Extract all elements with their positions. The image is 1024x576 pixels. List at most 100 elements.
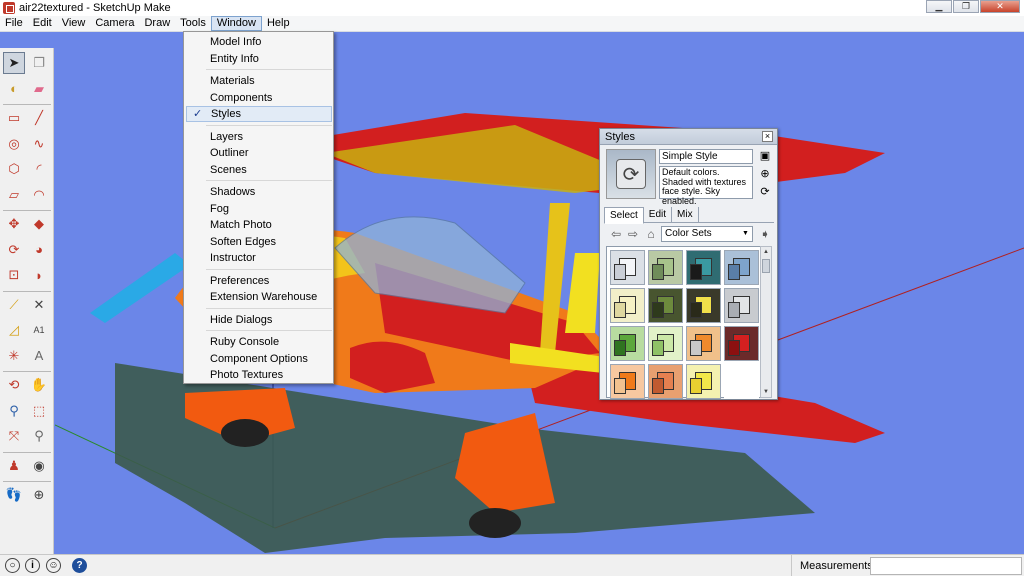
- make-component-tool-icon[interactable]: ❐: [28, 52, 50, 74]
- move-tool-icon[interactable]: ✥: [3, 213, 25, 235]
- menu-draw[interactable]: Draw: [139, 16, 175, 31]
- window-menu-scenes[interactable]: Scenes: [186, 162, 332, 178]
- previous-view-tool-icon[interactable]: ⚲: [28, 425, 50, 447]
- style-swatch[interactable]: [610, 326, 645, 361]
- menu-window[interactable]: Window: [210, 16, 262, 31]
- circle-tool-icon[interactable]: ◎: [3, 133, 25, 155]
- menu-tools[interactable]: Tools: [175, 16, 211, 31]
- look-around-tool-icon[interactable]: ◉: [28, 455, 50, 477]
- tab-mix[interactable]: Mix: [672, 207, 699, 222]
- 3d-text-tool-icon[interactable]: A: [28, 345, 50, 367]
- collection-select[interactable]: Color Sets ▼: [661, 226, 753, 242]
- rotate-tool-icon[interactable]: ⟳: [3, 239, 25, 261]
- styles-panel-titlebar[interactable]: Styles ×: [600, 129, 777, 145]
- orbit-tool-icon[interactable]: ⟲: [3, 374, 25, 396]
- section-plane-tool-icon[interactable]: ⊕: [28, 484, 50, 506]
- window-menu-extension-warehouse[interactable]: Extension Warehouse: [186, 289, 332, 305]
- close-icon[interactable]: ×: [762, 131, 773, 142]
- freehand-tool-icon[interactable]: ∿: [28, 133, 50, 155]
- window-menu-layers[interactable]: Layers: [186, 129, 332, 145]
- style-description-field[interactable]: Default colors. Shaded with textures fac…: [659, 166, 753, 205]
- style-swatch[interactable]: [610, 288, 645, 323]
- measurements-input[interactable]: [870, 557, 1022, 575]
- menu-camera[interactable]: Camera: [90, 16, 139, 31]
- minimize-icon[interactable]: ▁: [926, 0, 952, 13]
- window-menu-model-info[interactable]: Model Info: [186, 34, 332, 50]
- protractor-tool-icon[interactable]: ◿: [3, 319, 25, 341]
- scroll-down-icon[interactable]: ▼: [761, 387, 771, 397]
- window-menu-outliner[interactable]: Outliner: [186, 145, 332, 161]
- tape-measure-tool-icon[interactable]: ⟋: [3, 294, 25, 316]
- restore-icon[interactable]: ❐: [953, 0, 979, 13]
- axes-tool-icon[interactable]: ✳: [3, 345, 25, 367]
- window-menu-styles[interactable]: ✓ Styles: [186, 106, 332, 122]
- window-menu-ruby-console[interactable]: Ruby Console: [186, 334, 332, 350]
- zoom-window-tool-icon[interactable]: ⬚: [28, 400, 50, 422]
- window-menu-preferences[interactable]: Preferences: [186, 273, 332, 289]
- window-menu-entity-info[interactable]: Entity Info: [186, 51, 332, 67]
- style-swatch[interactable]: [724, 250, 759, 285]
- pie-tool-icon[interactable]: ◠: [28, 184, 50, 206]
- window-menu-instructor[interactable]: Instructor: [186, 250, 332, 266]
- style-swatch[interactable]: [724, 364, 759, 399]
- details-arrow-icon[interactable]: ➧: [757, 227, 773, 241]
- window-menu-shadows[interactable]: Shadows: [186, 184, 332, 200]
- style-swatch[interactable]: [610, 364, 645, 399]
- menu-file[interactable]: File: [0, 16, 28, 31]
- menu-edit[interactable]: Edit: [28, 16, 57, 31]
- window-menu-component-options[interactable]: Component Options: [186, 351, 332, 367]
- window-menu-materials[interactable]: Materials: [186, 73, 332, 89]
- help-icon[interactable]: ?: [72, 558, 87, 573]
- style-name-field[interactable]: Simple Style: [659, 149, 753, 164]
- arc-tool-icon[interactable]: ◜: [28, 158, 50, 180]
- sketchup-app-icon[interactable]: [3, 2, 15, 14]
- window-menu-match-photo[interactable]: Match Photo: [186, 217, 332, 233]
- menu-view[interactable]: View: [57, 16, 91, 31]
- zoom-tool-icon[interactable]: ⚲: [3, 400, 25, 422]
- window-menu-soften-edges[interactable]: Soften Edges: [186, 234, 332, 250]
- style-swatch[interactable]: [686, 364, 721, 399]
- credits-icon[interactable]: i: [25, 558, 40, 573]
- user-icon[interactable]: ☺: [46, 558, 61, 573]
- rotated-rectangle-tool-icon[interactable]: ▱: [3, 184, 25, 206]
- polygon-tool-icon[interactable]: ⬡: [3, 158, 25, 180]
- create-new-style-icon[interactable]: ⊕: [758, 167, 772, 181]
- follow-me-tool-icon[interactable]: ◕: [28, 239, 50, 261]
- back-arrow-icon[interactable]: ⇦: [608, 227, 624, 241]
- tab-edit[interactable]: Edit: [644, 207, 673, 222]
- style-swatch[interactable]: [610, 250, 645, 285]
- select-tool-icon[interactable]: ➤: [3, 52, 25, 74]
- window-menu-hide-dialogs[interactable]: Hide Dialogs: [186, 312, 332, 328]
- offset-tool-icon[interactable]: ◗: [28, 264, 50, 286]
- dimension-tool-icon[interactable]: ✕: [28, 294, 50, 316]
- line-tool-icon[interactable]: ╱: [28, 107, 50, 129]
- style-swatch[interactable]: [648, 364, 683, 399]
- text-tool-icon[interactable]: A1: [28, 319, 50, 341]
- zoom-extents-tool-icon[interactable]: ⤧: [3, 425, 25, 447]
- window-menu-fog[interactable]: Fog: [186, 201, 332, 217]
- style-swatch[interactable]: [686, 326, 721, 361]
- pan-tool-icon[interactable]: ✋: [28, 374, 50, 396]
- style-swatch[interactable]: [648, 288, 683, 323]
- swatch-scrollbar[interactable]: ▲ ▼: [760, 246, 772, 398]
- window-menu-components[interactable]: Components: [186, 90, 332, 106]
- position-camera-tool-icon[interactable]: ♟: [3, 455, 25, 477]
- style-swatch[interactable]: [724, 288, 759, 323]
- close-icon[interactable]: ✕: [980, 0, 1020, 13]
- update-style-icon[interactable]: ⟳: [758, 185, 772, 199]
- tab-select[interactable]: Select: [604, 207, 644, 224]
- push-pull-tool-icon[interactable]: ◆: [28, 213, 50, 235]
- forward-arrow-icon[interactable]: ⇨: [625, 227, 641, 241]
- style-swatch[interactable]: [686, 288, 721, 323]
- window-menu-photo-textures[interactable]: Photo Textures: [186, 367, 332, 383]
- display-secondary-pane-icon[interactable]: ▣: [758, 149, 772, 163]
- chevron-down-icon[interactable]: ▼: [740, 228, 751, 240]
- style-thumbnail[interactable]: ⟳: [606, 149, 656, 199]
- home-icon[interactable]: ⌂: [643, 227, 659, 241]
- geo-location-icon[interactable]: ○: [5, 558, 20, 573]
- scale-tool-icon[interactable]: ⊡: [3, 264, 25, 286]
- scroll-thumb[interactable]: [762, 259, 770, 273]
- paint-bucket-tool-icon[interactable]: ◐: [3, 78, 25, 100]
- eraser-tool-icon[interactable]: ▰: [28, 78, 50, 100]
- walk-tool-icon[interactable]: 👣: [3, 484, 25, 506]
